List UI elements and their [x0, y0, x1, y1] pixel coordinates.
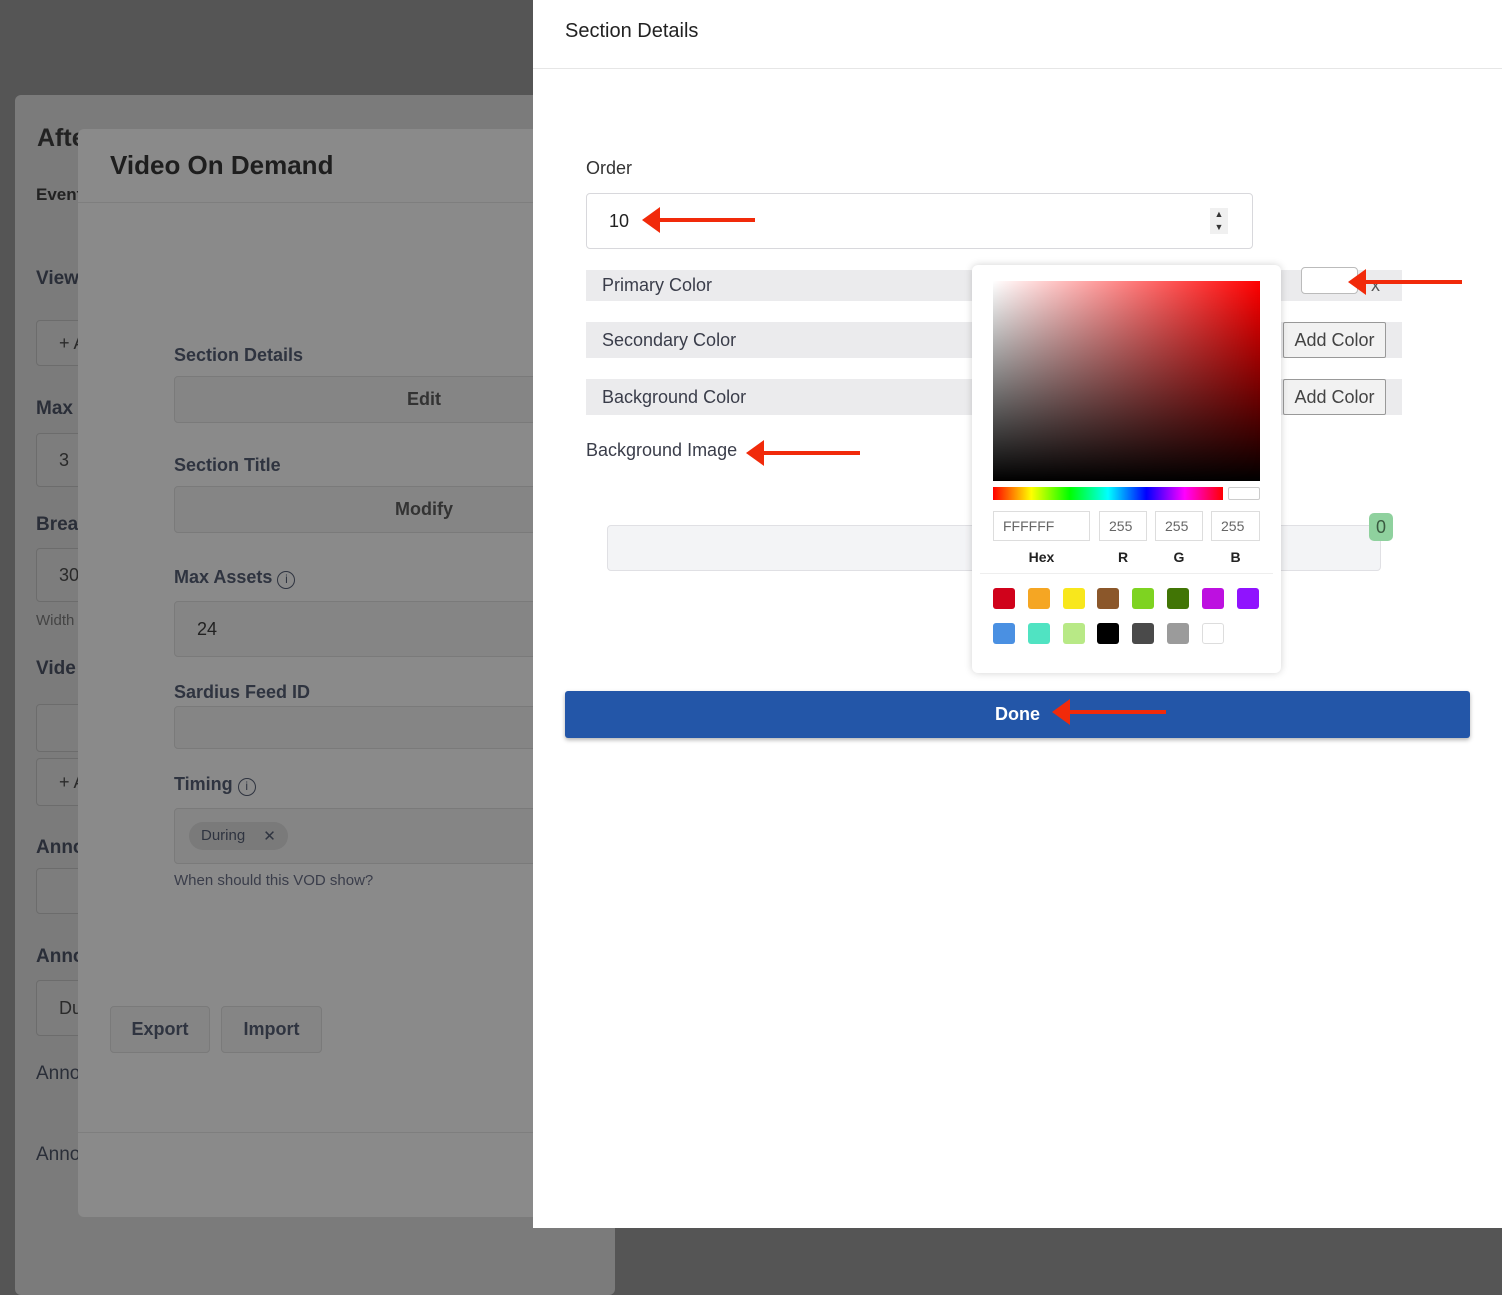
section-details-label: Section Details: [174, 345, 304, 365]
color-swatch[interactable]: [1132, 623, 1155, 644]
hex-input[interactable]: FFFFFF: [993, 511, 1090, 541]
bg-label: Anno: [36, 1063, 81, 1084]
close-icon[interactable]: ✕: [263, 827, 276, 845]
annotation-arrow: [1052, 699, 1166, 725]
modify-button[interactable]: Modify: [174, 486, 574, 533]
saturation-area[interactable]: [993, 281, 1260, 481]
background-add-color-button[interactable]: Add Color: [1283, 379, 1386, 415]
section-title-label: Section Title: [174, 455, 281, 475]
bg-label: Anno: [36, 1144, 81, 1165]
vod-modal-title: Video On Demand: [110, 150, 334, 180]
g-label: G: [1173, 549, 1185, 565]
divider: [980, 573, 1273, 574]
color-swatch[interactable]: [993, 623, 1015, 644]
color-swatch[interactable]: [1062, 623, 1085, 644]
color-swatch[interactable]: [1097, 588, 1120, 609]
close-icon[interactable]: x: [1371, 275, 1380, 296]
max-assets-input[interactable]: 24: [174, 601, 574, 657]
divider: [78, 202, 538, 203]
sardius-feed-input[interactable]: [174, 706, 574, 749]
color-swatch[interactable]: [993, 588, 1015, 609]
timing-chip: During ✕: [189, 822, 288, 850]
r-input[interactable]: 255: [1099, 511, 1147, 541]
info-icon[interactable]: i: [237, 778, 256, 796]
panel-title: Section Details: [565, 20, 699, 42]
spinner-icon[interactable]: ▲ ▼: [1210, 208, 1228, 234]
background-image-label: Background Image: [586, 440, 738, 460]
color-swatch[interactable]: [1062, 588, 1085, 609]
secondary-add-color-button[interactable]: Add Color: [1283, 322, 1386, 358]
hue-slider[interactable]: [993, 487, 1223, 500]
background-color-label: Background Color: [602, 386, 747, 407]
color-preview: [1228, 487, 1260, 500]
order-label: Order: [586, 158, 633, 178]
color-swatch[interactable]: [1167, 623, 1189, 644]
color-swatch[interactable]: [1201, 588, 1224, 609]
annotation-arrow: [1348, 269, 1462, 295]
color-swatch[interactable]: [1097, 623, 1120, 644]
import-button[interactable]: Import: [221, 1006, 322, 1053]
vod-modal: [78, 129, 598, 1217]
max-assets-label: Max Assets i: [174, 567, 296, 589]
b-label: B: [1230, 549, 1241, 565]
chip-label: During: [201, 827, 246, 844]
background-tab[interactable]: Event: [36, 185, 82, 205]
primary-color-label: Primary Color: [602, 275, 713, 295]
annotation-arrow: [746, 440, 860, 466]
b-input[interactable]: 255: [1211, 511, 1260, 541]
upload-count-badge: 0: [1369, 513, 1393, 541]
color-swatch[interactable]: [1027, 588, 1050, 609]
hex-label: Hex: [1028, 549, 1055, 565]
r-label: R: [1117, 549, 1129, 565]
color-swatch[interactable]: [1167, 588, 1189, 609]
bg-label: Vide: [36, 658, 76, 679]
done-button[interactable]: Done: [565, 691, 1470, 738]
secondary-color-label: Secondary Color: [602, 329, 737, 350]
color-picker: FFFFFF 255 255 255 Hex R G B: [972, 265, 1281, 673]
edit-button[interactable]: Edit: [174, 376, 574, 423]
info-icon[interactable]: i: [277, 571, 296, 589]
bg-label: View: [36, 268, 79, 289]
color-swatch[interactable]: [1201, 623, 1224, 644]
annotation-arrow: [642, 207, 755, 233]
timing-select[interactable]: During ✕: [174, 808, 574, 864]
divider: [78, 1132, 538, 1133]
bg-hint: Width: [36, 612, 75, 629]
bg-label: Max: [36, 398, 73, 419]
g-input[interactable]: 255: [1155, 511, 1203, 541]
order-value: 10: [609, 210, 630, 231]
sardius-feed-label: Sardius Feed ID: [174, 682, 311, 702]
color-swatch[interactable]: [1132, 588, 1155, 609]
export-button[interactable]: Export: [110, 1006, 210, 1053]
color-swatch[interactable]: [1236, 588, 1259, 609]
bg-label: Brea: [36, 514, 79, 535]
divider: [533, 68, 1502, 69]
timing-help: When should this VOD show?: [174, 872, 374, 889]
color-swatch[interactable]: [1027, 623, 1050, 644]
timing-label: Timing i: [174, 774, 256, 796]
